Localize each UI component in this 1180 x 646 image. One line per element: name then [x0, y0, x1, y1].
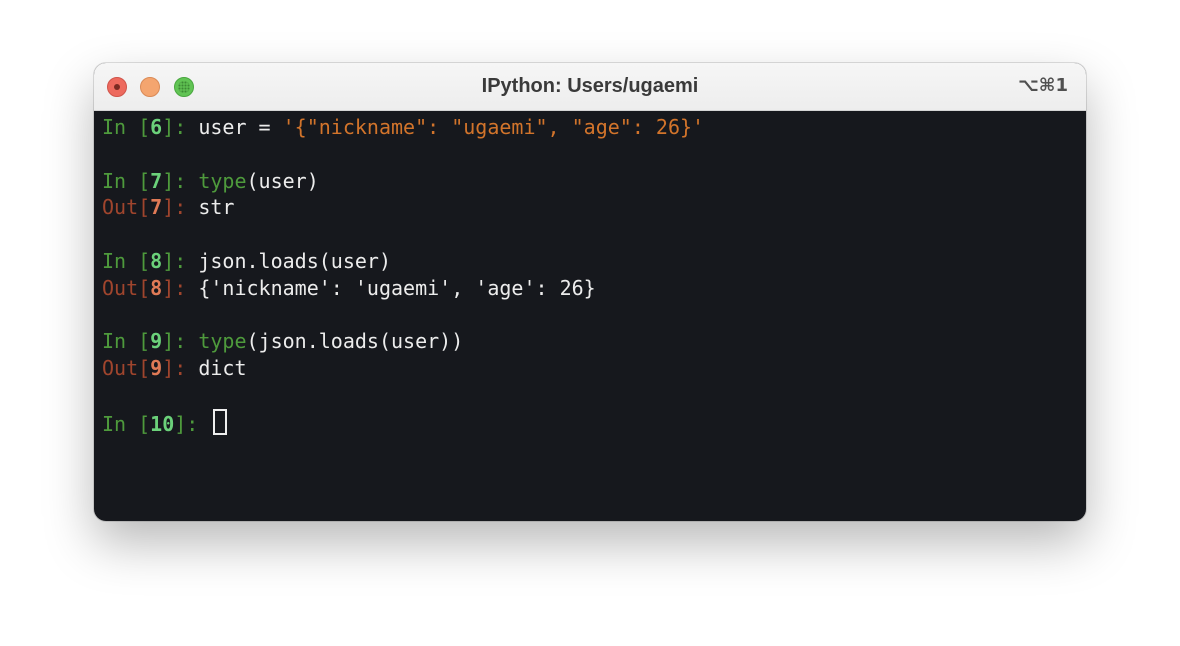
- out-prompt-number: 9: [150, 356, 163, 381]
- window-title: IPython: Users/ugaemi: [481, 75, 699, 97]
- code-text: (user): [246, 168, 319, 193]
- code-text: json.loads(user): [198, 248, 391, 273]
- input-line: In [9]: type(json.loads(user)): [102, 328, 1086, 355]
- prompt-close: ]:: [162, 115, 199, 139]
- output-text: str: [198, 195, 235, 220]
- text-cursor: [213, 408, 228, 435]
- in-prompt-number: 7: [150, 168, 163, 193]
- prompt-close: ]:: [162, 356, 199, 381]
- in-prompt-label: In [: [102, 168, 151, 193]
- terminal-output[interactable]: In [6]: user = '{"nickname": "ugaemi", "…: [94, 111, 1086, 521]
- tab-shortcut-label: ⌥⌘1: [1018, 75, 1068, 96]
- in-prompt-number: 6: [150, 115, 163, 139]
- terminal-window: IPython: Users/ugaemi ⌥⌘1 In [6]: user =…: [94, 63, 1086, 521]
- input-line: In [8]: json.loads(user): [102, 248, 1086, 275]
- in-prompt-label: In [: [102, 248, 151, 273]
- code-string: '{"nickname": "ugaemi", "age": 26}': [282, 115, 705, 139]
- prompt-close: ]:: [162, 168, 199, 193]
- in-prompt-label: In [: [102, 329, 151, 354]
- prompt-close: ]:: [162, 275, 199, 300]
- output-text: dict: [198, 356, 247, 381]
- out-prompt-number: 7: [150, 195, 163, 220]
- prompt-close: ]:: [162, 329, 199, 354]
- prompt-close: ]:: [162, 195, 199, 220]
- code-builtin: type: [198, 329, 247, 354]
- output-line: Out[8]: {'nickname': 'ugaemi', 'age': 26…: [102, 275, 1086, 302]
- code-builtin: type: [198, 168, 247, 193]
- input-line: In [7]: type(user): [102, 168, 1086, 195]
- out-prompt-label: Out[: [102, 275, 151, 300]
- out-prompt-label: Out[: [102, 195, 151, 220]
- in-prompt-number: 8: [150, 248, 163, 273]
- prompt-close: ]:: [174, 411, 211, 436]
- output-line: Out[7]: str: [102, 194, 1086, 221]
- input-line: In [6]: user = '{"nickname": "ugaemi", "…: [102, 114, 1086, 141]
- code-text: user =: [198, 115, 283, 139]
- prompt-close: ]:: [162, 248, 199, 273]
- in-prompt-number: 9: [150, 329, 163, 354]
- in-prompt-number: 10: [150, 411, 175, 436]
- in-prompt-label: In [: [102, 411, 151, 436]
- out-prompt-label: Out[: [102, 356, 151, 381]
- in-prompt-label: In [: [102, 115, 151, 139]
- out-prompt-number: 8: [150, 275, 163, 300]
- active-input-line[interactable]: In [10]:: [102, 408, 1086, 436]
- output-line: Out[9]: dict: [102, 355, 1086, 382]
- output-text: {'nickname': 'ugaemi', 'age': 26}: [198, 275, 596, 300]
- title-bar[interactable]: IPython: Users/ugaemi ⌥⌘1: [94, 63, 1086, 111]
- code-text: (json.loads(user)): [246, 329, 464, 354]
